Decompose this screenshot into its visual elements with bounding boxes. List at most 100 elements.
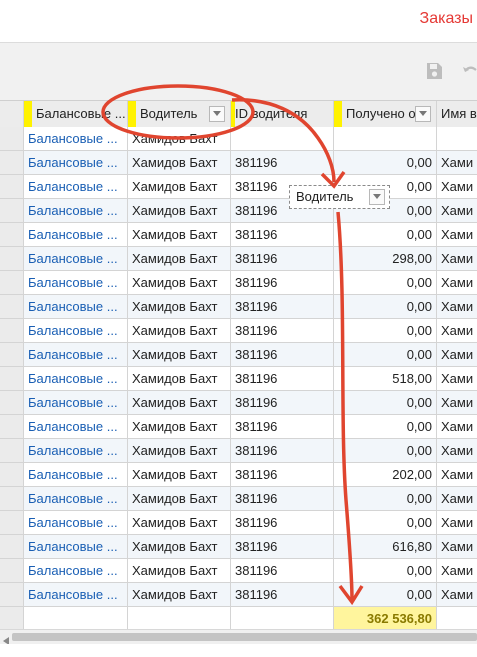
column-header-driver[interactable]: Водитель <box>128 101 231 127</box>
balance-cell[interactable]: Балансовые ... <box>24 487 128 510</box>
balance-cell[interactable]: Балансовые ... <box>24 223 128 246</box>
driver-id-cell: 381196 <box>231 391 334 414</box>
table-row[interactable]: Балансовые ... Хамидов Бахт <box>0 127 477 151</box>
chevron-down-icon <box>419 111 427 116</box>
column-header-label: Водитель <box>140 106 198 121</box>
balance-cell[interactable]: Балансовые ... <box>24 343 128 366</box>
table-row[interactable]: Балансовые ... Хамидов Бахт 381196 0,00 Хами <box>0 583 477 607</box>
row-selector[interactable] <box>0 295 24 318</box>
driver-cell: Хамидов Бахт <box>128 271 231 294</box>
column-menu-button[interactable] <box>415 106 431 122</box>
orders-link[interactable]: Заказы <box>420 10 473 28</box>
table-row[interactable]: Балансовые ... Хамидов Бахт 381196 0,00 Хами <box>0 343 477 367</box>
column-header-driver-id[interactable]: ID водителя <box>231 101 334 127</box>
toolbar <box>0 43 477 100</box>
received-cell: 0,00 <box>334 391 437 414</box>
driver-id-cell: 381196 <box>231 583 334 606</box>
top-bar: Заказы <box>0 0 477 43</box>
table-row[interactable]: Балансовые ... Хамидов Бахт 381196 0,00 Хами <box>0 559 477 583</box>
summary-row: 362 536,80 <box>0 607 477 631</box>
table-row[interactable]: Балансовые ... Хамидов Бахт 381196 0,00 Хами <box>0 295 477 319</box>
row-selector[interactable] <box>0 175 24 198</box>
table-row[interactable]: Балансовые ... Хамидов Бахт 381196 518,00 Ха… <box>0 367 477 391</box>
table-row[interactable]: Балансовые ... Хамидов Бахт 381196 0,00 Хами <box>0 511 477 535</box>
row-selector[interactable] <box>0 463 24 486</box>
table-row[interactable]: Балансовые ... Хамидов Бахт 381196 0,00 Хами <box>0 319 477 343</box>
balance-cell[interactable]: Балансовые ... <box>24 535 128 558</box>
driver-cell: Хамидов Бахт <box>128 415 231 438</box>
row-selector[interactable] <box>0 319 24 342</box>
column-header-balance[interactable]: Балансовые ... <box>24 101 128 127</box>
table-row[interactable]: Балансовые ... Хамидов Бахт 381196 0,00 Хами <box>0 151 477 175</box>
name-cell: Хами <box>441 347 474 362</box>
balance-cell[interactable]: Балансовые ... <box>24 559 128 582</box>
column-header-label: ID водителя <box>235 106 308 121</box>
table-row[interactable]: Балансовые ... Хамидов Бахт 381196 0,00 Хами <box>0 175 477 199</box>
balance-cell[interactable]: Балансовые ... <box>24 151 128 174</box>
table-row[interactable]: Балансовые ... Хамидов Бахт 381196 0,00 Хами <box>0 415 477 439</box>
driver-cell: Хамидов Бахт <box>128 151 231 174</box>
balance-cell[interactable]: Балансовые ... <box>24 247 128 270</box>
driver-cell: Хамидов Бахт <box>128 511 231 534</box>
driver-id-cell: 381196 <box>231 439 334 462</box>
horizontal-scrollbar[interactable] <box>0 629 477 645</box>
balance-cell[interactable]: Балансовые ... <box>24 439 128 462</box>
name-cell: Хами <box>441 467 474 482</box>
balance-cell[interactable]: Балансовые ... <box>24 463 128 486</box>
row-selector[interactable] <box>0 559 24 582</box>
summary-cell <box>128 607 231 630</box>
table-row[interactable]: Балансовые ... Хамидов Бахт 381196 0,00 Хами <box>0 487 477 511</box>
row-selector[interactable] <box>0 247 24 270</box>
row-selector[interactable] <box>0 223 24 246</box>
table-row[interactable]: Балансовые ... Хамидов Бахт 381196 202,00 Ха… <box>0 463 477 487</box>
driver-cell: Хамидов Бахт <box>128 199 231 222</box>
received-cell: 0,00 <box>334 343 437 366</box>
table-row[interactable]: Балансовые ... Хамидов Бахт 381196 0,00 Хами <box>0 199 477 223</box>
received-cell: 0,00 <box>334 487 437 510</box>
table-row[interactable]: Балансовые ... Хамидов Бахт 381196 0,00 Хами <box>0 271 477 295</box>
undo-icon[interactable] <box>462 64 477 81</box>
save-icon[interactable] <box>425 62 443 83</box>
row-selector[interactable] <box>0 271 24 294</box>
row-selector[interactable] <box>0 511 24 534</box>
table-row[interactable]: Балансовые ... Хамидов Бахт 381196 298,00 Ха… <box>0 247 477 271</box>
name-cell: Хами <box>441 179 474 194</box>
column-header-received[interactable]: Получено от <box>334 101 437 127</box>
column-header-label: Балансовые ... <box>36 106 126 121</box>
summary-cell <box>437 607 477 630</box>
row-selector[interactable] <box>0 439 24 462</box>
row-selector[interactable] <box>0 127 24 150</box>
column-marker <box>128 101 136 127</box>
balance-cell[interactable]: Балансовые ... <box>24 511 128 534</box>
balance-cell[interactable]: Балансовые ... <box>24 271 128 294</box>
row-selector[interactable] <box>0 487 24 510</box>
row-selector[interactable] <box>0 391 24 414</box>
scrollbar-thumb[interactable] <box>12 633 477 641</box>
balance-cell[interactable]: Балансовые ... <box>24 319 128 342</box>
table-row[interactable]: Балансовые ... Хамидов Бахт 381196 0,00 Хами <box>0 223 477 247</box>
column-menu-button[interactable] <box>209 106 225 122</box>
balance-cell[interactable]: Балансовые ... <box>24 391 128 414</box>
balance-cell[interactable]: Балансовые ... <box>24 199 128 222</box>
column-header-label: Имя в <box>441 106 477 121</box>
balance-cell[interactable]: Балансовые ... <box>24 295 128 318</box>
name-cell: Хами <box>441 299 474 314</box>
bottom-strip <box>0 644 477 657</box>
balance-cell[interactable]: Балансовые ... <box>24 367 128 390</box>
row-selector[interactable] <box>0 151 24 174</box>
column-header-name[interactable]: Имя в <box>437 101 477 127</box>
balance-cell[interactable]: Балансовые ... <box>24 583 128 606</box>
row-selector[interactable] <box>0 343 24 366</box>
row-selector[interactable] <box>0 535 24 558</box>
table-row[interactable]: Балансовые ... Хамидов Бахт 381196 616,80 Ха… <box>0 535 477 559</box>
table-row[interactable]: Балансовые ... Хамидов Бахт 381196 0,00 Хами <box>0 391 477 415</box>
balance-cell[interactable]: Балансовые ... <box>24 415 128 438</box>
balance-cell[interactable]: Балансовые ... <box>24 175 128 198</box>
dragged-column-header[interactable]: Водитель <box>289 185 390 209</box>
row-selector[interactable] <box>0 415 24 438</box>
row-selector[interactable] <box>0 367 24 390</box>
table-row[interactable]: Балансовые ... Хамидов Бахт 381196 0,00 Хами <box>0 439 477 463</box>
row-selector[interactable] <box>0 583 24 606</box>
row-selector[interactable] <box>0 199 24 222</box>
balance-cell[interactable]: Балансовые ... <box>24 127 128 150</box>
